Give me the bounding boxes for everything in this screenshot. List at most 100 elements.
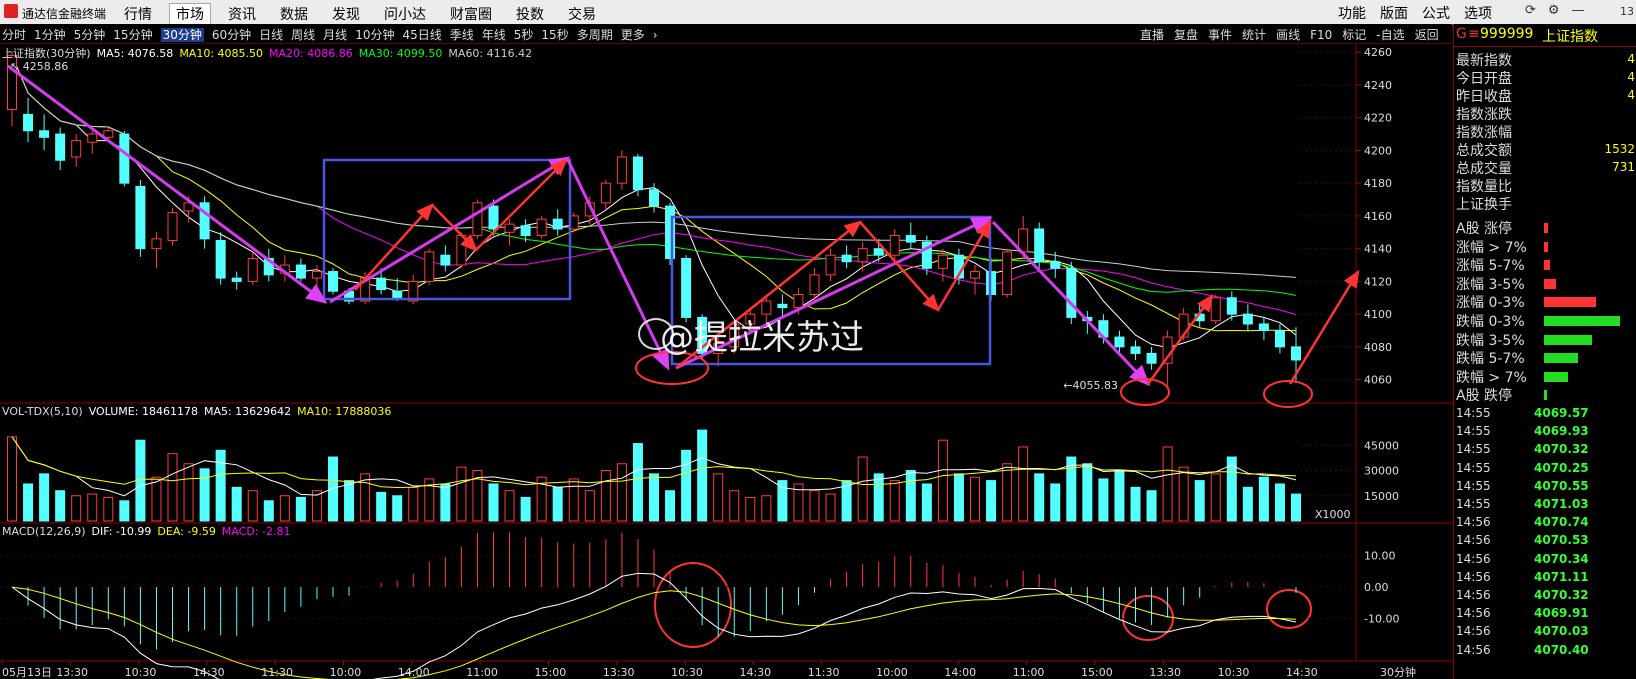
volume-bar (1130, 486, 1141, 522)
annotation-arrow (1288, 269, 1360, 385)
price-axis-label: 4160 (1364, 210, 1392, 223)
tick-price: 4070.34 (1534, 551, 1589, 566)
volume-bar (215, 449, 226, 522)
time-axis-label: 14:30 (193, 666, 225, 679)
watermark: @提拉米苏过 (660, 318, 864, 358)
volume-bar (263, 500, 274, 522)
tick-time: 14:56 (1456, 515, 1491, 530)
distribution-bar (1544, 241, 1548, 252)
volume-bar (488, 483, 499, 522)
volume-bar (183, 463, 194, 522)
volume-bar (889, 480, 900, 522)
refresh-icon[interactable]: ⟳ (1525, 3, 1536, 18)
volume-bar (231, 486, 242, 522)
main_legend-item: MA10: 4085.50 (179, 47, 264, 60)
price-axis-label: 4100 (1364, 308, 1392, 321)
candle-body (392, 290, 403, 299)
time-axis-label: 14:00 (398, 666, 430, 679)
time-axis-label: 14:30 (1286, 666, 1318, 679)
distribution-bar (1544, 390, 1547, 401)
tick-time: 14:55 (1456, 406, 1491, 420)
tick-price: 4069.91 (1534, 606, 1589, 621)
candle-body (970, 271, 980, 279)
tick-price: 4071.11 (1534, 569, 1589, 584)
candle-body (247, 257, 258, 282)
volume-bar (761, 495, 772, 522)
volume-bar (1098, 478, 1109, 522)
volume-bar (1034, 473, 1045, 522)
distribution-label: 涨幅 5-7% (1456, 258, 1525, 275)
price-axis-label: 4080 (1364, 341, 1392, 354)
volume-bar (873, 473, 884, 522)
annotation-circle (1266, 589, 1312, 629)
candle-body (71, 140, 82, 158)
price-axis-label: 4240 (1364, 79, 1392, 92)
volume-bar (1242, 486, 1253, 522)
stat-label: 总成交量 (1456, 161, 1512, 177)
candle-body (87, 133, 98, 143)
macd-axis-label: 10.00 (1364, 550, 1396, 563)
candle-body (520, 225, 531, 237)
volume-bar (1082, 463, 1093, 522)
volume-axis-label: 45000 (1364, 439, 1399, 452)
tick-time: 14:56 (1456, 606, 1491, 621)
vol_legend-item: MA10: 17888036 (297, 405, 392, 418)
volume-bar (328, 456, 338, 522)
tick-time: 14:55 (1456, 478, 1491, 493)
candle-body (1114, 336, 1125, 348)
top-right-menu-item[interactable]: 选项 (1464, 3, 1492, 23)
stat-value: 4 (1627, 52, 1635, 66)
settings-icon[interactable]: ⚙ (1548, 3, 1560, 18)
candle-body (1146, 352, 1157, 364)
time-axis-label: 13:30 (56, 666, 88, 679)
candle-body (39, 130, 50, 138)
minimize-icon[interactable]: — (1572, 3, 1585, 18)
volume-bar (1002, 463, 1013, 522)
stat-label: 指数涨跌 (1456, 107, 1512, 123)
candle-body (231, 277, 242, 282)
volume-bar (713, 473, 724, 522)
tick-time: 14:55 (1456, 424, 1491, 439)
candle-body (1291, 346, 1301, 361)
volume-unit-label: X1000 (1315, 508, 1351, 521)
volume-bar (1146, 490, 1157, 522)
distribution-label: 涨幅 > 7% (1456, 239, 1527, 256)
candle-body (632, 156, 643, 191)
quote-header: G ≡ 999999 上证指数 (1454, 24, 1636, 47)
ma30-line (11, 55, 1297, 296)
tick-time: 14:55 (1456, 497, 1491, 511)
distribution-label: A股 跌停 (1456, 388, 1513, 405)
candle-body (119, 133, 130, 184)
volume-bar (295, 496, 306, 522)
volume-bar (568, 478, 579, 522)
candle-body (825, 254, 836, 276)
macd_legend-item: DEA: -9.59 (157, 525, 216, 538)
volume-bar (55, 490, 66, 522)
volume-bar (681, 449, 692, 522)
annotation-circle (1122, 595, 1174, 641)
time-axis-label: 11:00 (1013, 666, 1045, 679)
volume-bar (199, 468, 210, 522)
stat-label: 最新指数 (1456, 53, 1512, 69)
main_legend-item: MA60: 4116.42 (448, 47, 533, 60)
time-axis-label: 11:30 (261, 666, 293, 679)
candle-body (23, 113, 34, 132)
volume-bar (119, 500, 130, 522)
clock: 13 (1620, 5, 1634, 18)
tick-time: 14:56 (1456, 551, 1491, 566)
volume-bar (408, 486, 419, 522)
main_legend-item: MA5: 4076.58 (96, 47, 174, 60)
candle-body (328, 271, 338, 292)
stat-label: 指数量比 (1456, 179, 1512, 195)
menu-icon[interactable]: ≡ (1468, 26, 1480, 42)
price-axis-label: 4120 (1364, 275, 1392, 288)
volume-legend: VOL-TDX(5,10) VOLUME: 18461178 MA5: 136296… (2, 405, 397, 418)
volume-bar (921, 483, 932, 522)
candle-body (311, 271, 322, 279)
volume-bar (39, 473, 50, 522)
volume-bar (167, 453, 178, 522)
time-axis-label: 10:00 (876, 666, 908, 679)
distribution-bar (1544, 297, 1596, 308)
volume-bar (1291, 493, 1301, 522)
volume-bar (937, 439, 948, 522)
